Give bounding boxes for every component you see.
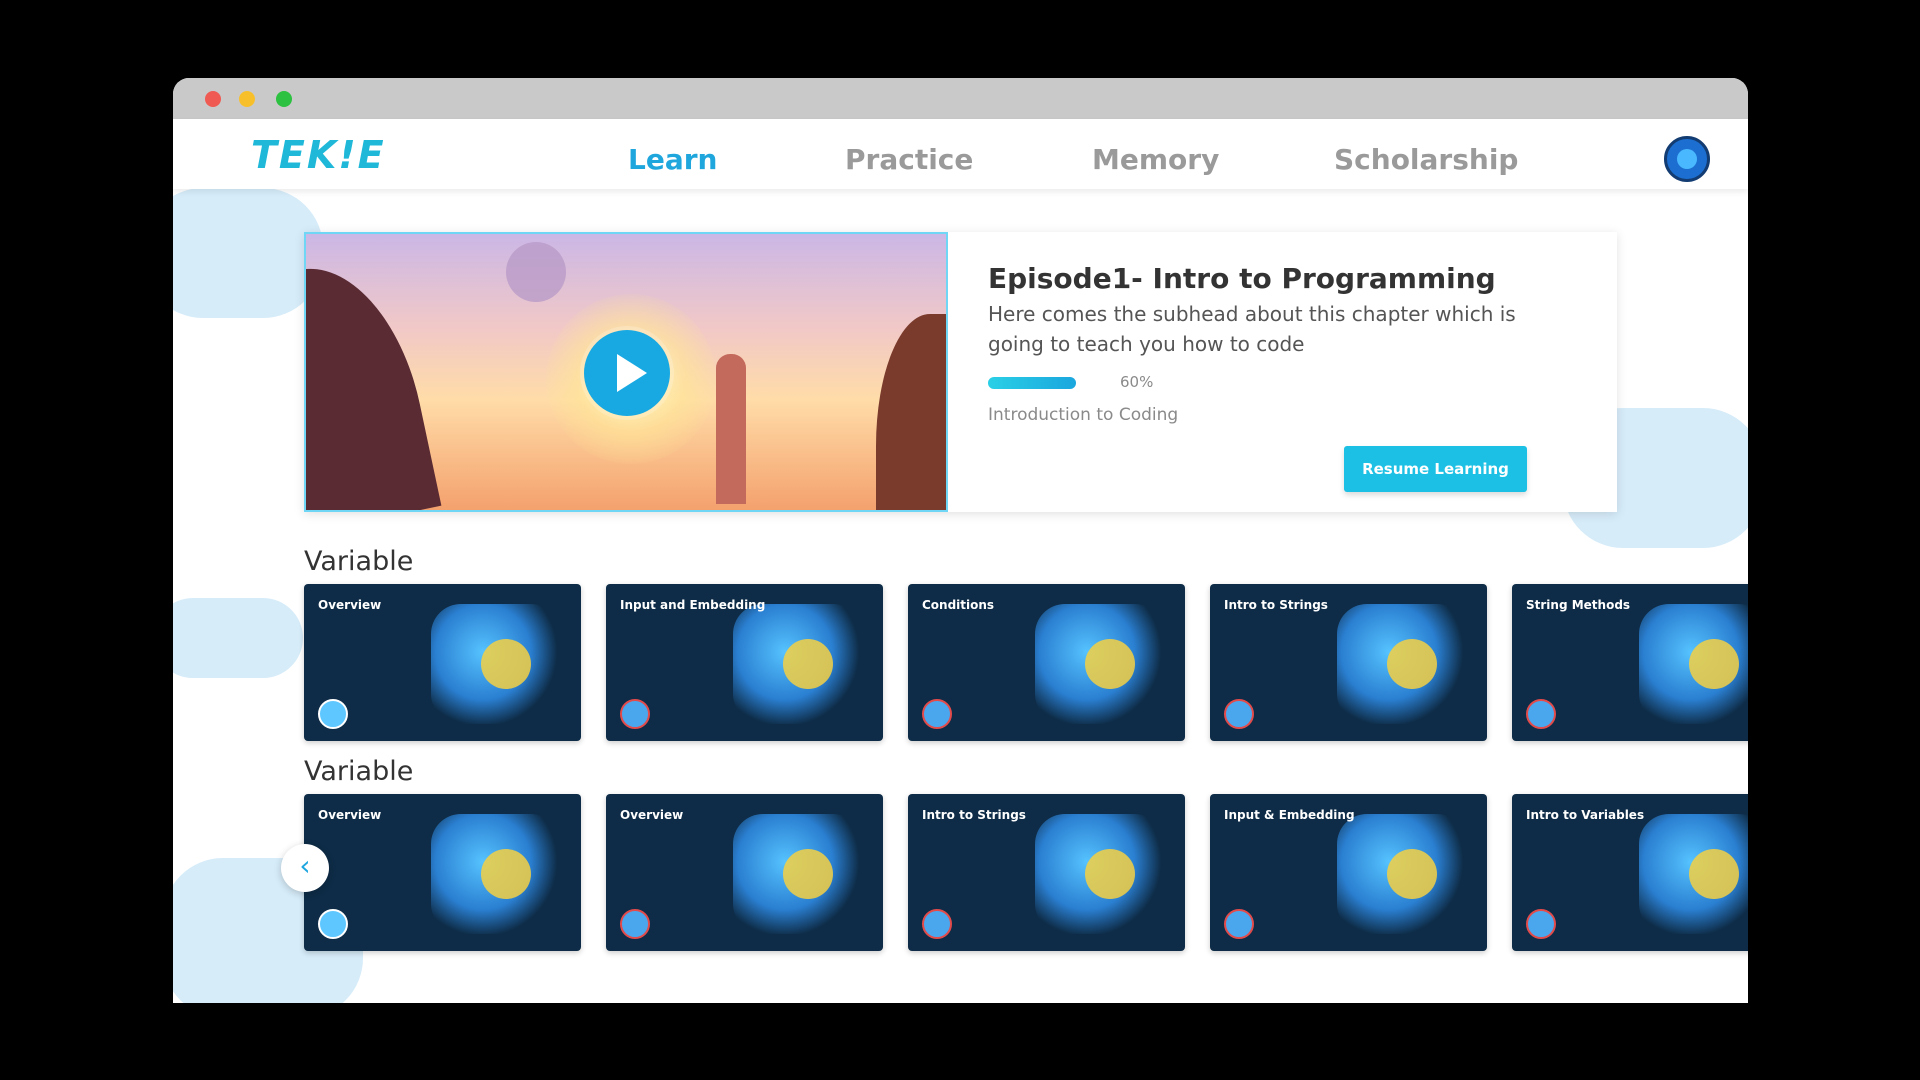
- chapter-card[interactable]: Overview: [304, 584, 581, 741]
- episode-video-thumbnail[interactable]: [304, 232, 948, 512]
- chapter-illustration: [1689, 849, 1739, 899]
- chapter-card[interactable]: Input and Embedding: [606, 584, 883, 741]
- window-titlebar: [173, 78, 1748, 119]
- chapter-card-label: Intro to Variables: [1526, 808, 1645, 822]
- chapter-card[interactable]: Intro to Variables: [1512, 794, 1748, 951]
- chapter-illustration: [481, 849, 531, 899]
- rock-illustration: [876, 314, 946, 510]
- maximize-window-button[interactable]: [276, 91, 292, 107]
- nav-practice[interactable]: Practice: [845, 143, 973, 176]
- chapter-illustration: [783, 639, 833, 689]
- chapter-illustration: [1085, 849, 1135, 899]
- nav-scholarship[interactable]: Scholarship: [1334, 143, 1518, 176]
- minimize-window-button[interactable]: [239, 91, 255, 107]
- unlocked-status-icon: [318, 909, 348, 939]
- episode-info: Episode1- Intro to Programming Here come…: [988, 262, 1588, 425]
- chapter-card-label: Overview: [620, 808, 684, 822]
- chapter-card-label: Conditions: [922, 598, 995, 612]
- chapter-illustration: [1387, 639, 1437, 689]
- nav-memory[interactable]: Memory: [1092, 143, 1219, 176]
- close-window-button[interactable]: [205, 91, 221, 107]
- play-icon[interactable]: [584, 330, 670, 416]
- cloud-decoration: [173, 188, 323, 318]
- tekie-logo[interactable]: TEK!E: [251, 133, 386, 177]
- avatar-icon[interactable]: [1664, 136, 1710, 182]
- chapter-illustration: [783, 849, 833, 899]
- locked-status-icon: [620, 909, 650, 939]
- locked-status-icon: [1526, 909, 1556, 939]
- chapter-card-label: Intro to Strings: [1224, 598, 1328, 612]
- chapter-card[interactable]: Intro to Strings: [1210, 584, 1487, 741]
- episode-progress: 60%: [988, 373, 1588, 391]
- episode-subtitle: Here comes the subhead about this chapte…: [988, 302, 1516, 356]
- nav-learn[interactable]: Learn: [628, 143, 717, 176]
- chapter-card[interactable]: Input & Embedding: [1210, 794, 1487, 951]
- chapter-illustration: [1387, 849, 1437, 899]
- planet-illustration: [506, 242, 566, 302]
- section-title: Variable: [304, 756, 414, 787]
- cloud-decoration: [173, 598, 303, 678]
- locked-status-icon: [1526, 699, 1556, 729]
- episode-title: Episode1- Intro to Programming: [988, 262, 1496, 295]
- chapter-card[interactable]: Conditions: [908, 584, 1185, 741]
- chapter-illustration: [481, 639, 531, 689]
- chapter-card[interactable]: Overview: [606, 794, 883, 951]
- top-navbar: TEK!E Learn Practice Memory Scholarship: [173, 119, 1748, 189]
- chapter-illustration: [1689, 639, 1739, 689]
- chapter-card-label: Intro to Strings: [922, 808, 1026, 822]
- progress-fill: [988, 377, 1076, 389]
- unlocked-status-icon: [318, 699, 348, 729]
- locked-status-icon: [1224, 909, 1254, 939]
- locked-status-icon: [1224, 699, 1254, 729]
- chapter-card[interactable]: Intro to Strings: [908, 794, 1185, 951]
- chapter-card-label: String Methods: [1526, 598, 1631, 612]
- tower-illustration: [716, 354, 746, 504]
- progress-percent: 60%: [1120, 373, 1154, 391]
- rock-illustration: [306, 251, 442, 510]
- hero-episode-card: Episode1- Intro to Programming Here come…: [304, 232, 1617, 512]
- chapter-illustration: [1085, 639, 1135, 689]
- section-title: Variable: [304, 546, 414, 577]
- chapter-card-label: Input and Embedding: [620, 598, 766, 612]
- chapter-card-label: Input & Embedding: [1224, 808, 1355, 822]
- chevron-left-icon[interactable]: ‹: [281, 844, 329, 892]
- chapter-card-label: Overview: [318, 598, 382, 612]
- app-window: TEK!E Learn Practice Memory Scholarship …: [173, 78, 1748, 1003]
- chapter-card[interactable]: String Methods: [1512, 584, 1748, 741]
- locked-status-icon: [922, 699, 952, 729]
- resume-learning-button[interactable]: Resume Learning: [1344, 446, 1527, 492]
- locked-status-icon: [922, 909, 952, 939]
- locked-status-icon: [620, 699, 650, 729]
- chapter-card-label: Overview: [318, 808, 382, 822]
- chapter-card[interactable]: Overview: [304, 794, 581, 951]
- course-name: Introduction to Coding: [988, 405, 1179, 425]
